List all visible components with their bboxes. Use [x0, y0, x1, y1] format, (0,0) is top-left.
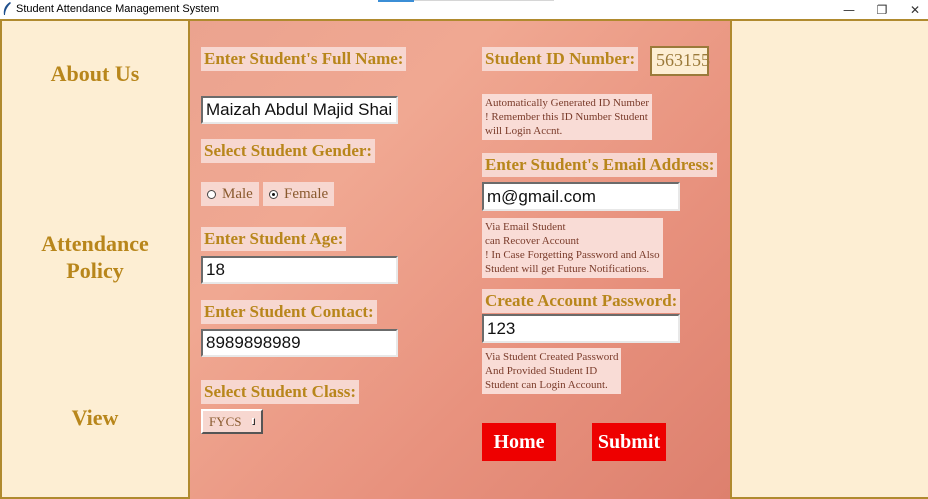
radio-checked-icon: [269, 189, 278, 199]
feather-icon: [3, 2, 11, 15]
gender-male-radio[interactable]: Male: [201, 182, 259, 206]
gender-female-label: Female: [284, 185, 329, 202]
home-button[interactable]: Home: [482, 423, 556, 461]
password-label: Create Account Password:: [482, 289, 681, 313]
minimize-button[interactable]: —: [834, 0, 864, 19]
gender-label: Select Student Gender:: [201, 139, 376, 163]
nav-attendance-line2: Policy: [66, 258, 124, 283]
email-input[interactable]: [482, 182, 680, 211]
registration-form: Enter Student's Full Name: Select Studen…: [190, 19, 730, 499]
fullname-label: Enter Student's Full Name:: [201, 47, 407, 71]
nav-about-us[interactable]: About Us: [2, 60, 188, 87]
class-select[interactable]: FYCS: [201, 409, 263, 434]
nav-view[interactable]: View: [2, 404, 188, 431]
student-id-label: Student ID Number:: [482, 47, 639, 71]
email-note-line: ! In Case Forgetting Password and Also: [485, 249, 660, 261]
id-note-line: will Login Accnt.: [485, 125, 563, 137]
class-label: Select Student Class:: [201, 380, 360, 404]
age-label: Enter Student Age:: [201, 227, 347, 251]
email-note-line: Student will get Future Notifications.: [485, 263, 650, 275]
titlebar-accent: [378, 0, 414, 2]
dropdown-indicator-icon: [251, 418, 255, 425]
id-note-line: ! Remember this ID Number Student: [485, 111, 648, 123]
id-note-line: Automatically Generated ID Number: [485, 97, 650, 109]
class-select-value: FYCS: [209, 413, 242, 429]
gender-male-label: Male: [222, 185, 253, 202]
password-note: Via Student Created Password And Provide…: [482, 348, 622, 394]
window-title: Student Attendance Management System: [16, 3, 220, 15]
contact-input[interactable]: [201, 329, 398, 357]
age-input[interactable]: [201, 256, 398, 284]
gender-female-radio[interactable]: Female: [263, 182, 335, 206]
radio-unchecked-icon: [207, 189, 216, 199]
password-note-line: Via Student Created Password: [485, 351, 619, 363]
email-note-line: Via Email Student: [485, 221, 566, 233]
submit-button[interactable]: Submit: [592, 423, 666, 461]
title-bar: Student Attendance Management System — ❐…: [0, 0, 928, 19]
left-nav-panel: About Us Attendance Policy View: [0, 19, 190, 499]
contact-label: Enter Student Contact:: [201, 300, 377, 324]
right-side-panel: [730, 19, 928, 499]
email-label: Enter Student's Email Address:: [482, 153, 718, 177]
id-note: Automatically Generated ID Number ! Reme…: [482, 94, 653, 140]
maximize-button[interactable]: ❐: [867, 0, 897, 19]
password-note-line: And Provided Student ID: [485, 365, 598, 377]
fullname-input[interactable]: [201, 96, 398, 124]
email-note-line: can Recover Account: [485, 235, 580, 247]
password-input[interactable]: [482, 314, 680, 343]
student-id-value: 563155: [650, 46, 710, 76]
titlebar-divider: [414, 0, 554, 1]
password-note-line: Student can Login Account.: [485, 379, 608, 391]
nav-attendance-line1: Attendance: [41, 231, 149, 256]
email-note: Via Email Student can Recover Account ! …: [482, 218, 663, 278]
nav-attendance-policy[interactable]: Attendance Policy: [2, 230, 188, 284]
close-button[interactable]: ✕: [900, 0, 928, 19]
